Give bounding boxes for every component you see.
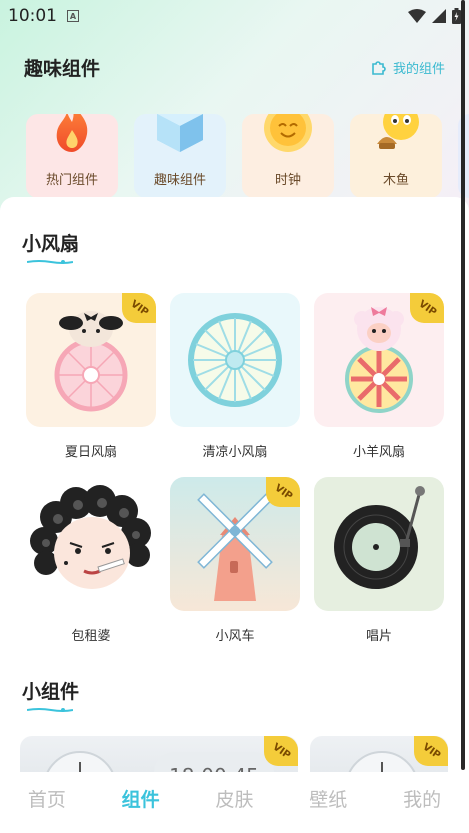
tab-skins[interactable]: 皮肤 bbox=[194, 785, 274, 812]
category-label: 热门组件 bbox=[45, 173, 98, 188]
tab-wallpaper[interactable]: 壁纸 bbox=[288, 785, 368, 812]
status-time: 10:01 bbox=[8, 6, 57, 26]
card-thumbnail: VIP bbox=[314, 293, 444, 427]
card-thumbnail bbox=[26, 477, 156, 611]
cube-icon bbox=[157, 114, 203, 152]
category-label: 时钟 bbox=[274, 173, 301, 188]
category-label: 木鱼 bbox=[382, 173, 409, 188]
signal-icon bbox=[432, 9, 446, 23]
fan-card-windmill[interactable]: VIP 小风车 bbox=[170, 477, 300, 644]
status-icons bbox=[408, 8, 461, 24]
blue-fan-icon bbox=[188, 313, 282, 407]
category-fun[interactable]: 趣味组件 bbox=[134, 114, 226, 198]
vip-badge: VIP bbox=[410, 293, 444, 323]
my-widgets-button[interactable]: 我的组件 bbox=[370, 58, 445, 77]
category-clock[interactable]: 时钟 bbox=[242, 114, 334, 198]
flame-icon bbox=[56, 114, 88, 152]
scrollbar[interactable] bbox=[461, 0, 465, 770]
section-title-fans: 小风扇 bbox=[22, 233, 80, 255]
category-row: 热门组件 趣味组件 时钟 木鱼 bbox=[26, 114, 469, 204]
vip-badge: VIP bbox=[266, 477, 300, 507]
category-woodfish[interactable]: 木鱼 bbox=[350, 114, 442, 198]
fan-card-cool[interactable]: 清凉小风扇 bbox=[170, 293, 300, 460]
card-label: 小羊风扇 bbox=[352, 445, 405, 460]
battery-icon bbox=[452, 8, 461, 24]
card-label: 小风车 bbox=[215, 629, 255, 644]
card-label: 唱片 bbox=[365, 629, 392, 644]
clock-face-icon bbox=[46, 751, 114, 772]
fan-card-landlady[interactable]: 包租婆 bbox=[26, 477, 156, 644]
page-title: 趣味组件 bbox=[24, 57, 101, 80]
widget-clock-text: 18:00:45 bbox=[154, 752, 274, 772]
content-panel: 小风扇 VIP 夏日风扇 清凉小风扇 VIP 小羊风扇 包租婆 VIP 小风车 … bbox=[0, 197, 469, 772]
section-underline bbox=[27, 708, 73, 712]
tab-mine[interactable]: 我的 bbox=[382, 785, 462, 812]
scroll-content[interactable]: 趣味组件 我的组件 热门组件 趣味组件 时钟 木鱼 小风扇 VIP 夏日风扇 清… bbox=[0, 32, 469, 772]
card-thumbnail bbox=[314, 477, 444, 611]
notification-icon: A bbox=[67, 10, 79, 22]
record-player-icon bbox=[334, 486, 425, 589]
card-thumbnail: VIP bbox=[170, 477, 300, 611]
widget-card-2[interactable]: VIP bbox=[310, 736, 448, 772]
card-label: 夏日风扇 bbox=[64, 445, 117, 460]
smiley-clock-icon bbox=[264, 114, 312, 152]
fan-card-sheep[interactable]: VIP 小羊风扇 bbox=[314, 293, 444, 460]
category-label: 趣味组件 bbox=[153, 173, 206, 188]
page-header: 趣味组件 我的组件 bbox=[24, 52, 445, 82]
fan-card-record[interactable]: 唱片 bbox=[314, 477, 444, 644]
my-widgets-label: 我的组件 bbox=[392, 61, 445, 77]
emoji-bell-icon bbox=[377, 114, 419, 149]
bottom-spacer bbox=[0, 824, 469, 833]
wifi-icon bbox=[408, 9, 426, 23]
card-thumbnail bbox=[170, 293, 300, 427]
widget-preview-row: 18:00:45 VIP VIP bbox=[20, 736, 450, 772]
vip-badge: VIP bbox=[264, 736, 298, 766]
fan-card-summer[interactable]: VIP 夏日风扇 bbox=[26, 293, 156, 460]
status-bar: 10:01 A bbox=[0, 0, 469, 32]
bottom-tab-bar: 首页 组件 皮肤 壁纸 我的 bbox=[0, 772, 469, 824]
widget-card-clock[interactable]: 18:00:45 VIP bbox=[20, 736, 298, 772]
section-title-widgets: 小组件 bbox=[22, 681, 80, 703]
tab-home[interactable]: 首页 bbox=[7, 785, 87, 812]
vip-badge: VIP bbox=[414, 736, 448, 766]
card-thumbnail: VIP bbox=[26, 293, 156, 427]
tab-widgets[interactable]: 组件 bbox=[101, 785, 181, 812]
vip-badge: VIP bbox=[122, 293, 156, 323]
section-underline bbox=[27, 260, 73, 264]
category-hot[interactable]: 热门组件 bbox=[26, 114, 118, 198]
card-label: 清凉小风扇 bbox=[202, 445, 268, 460]
landlady-icon bbox=[30, 485, 151, 589]
card-label: 包租婆 bbox=[71, 629, 111, 644]
puzzle-icon bbox=[372, 61, 386, 75]
